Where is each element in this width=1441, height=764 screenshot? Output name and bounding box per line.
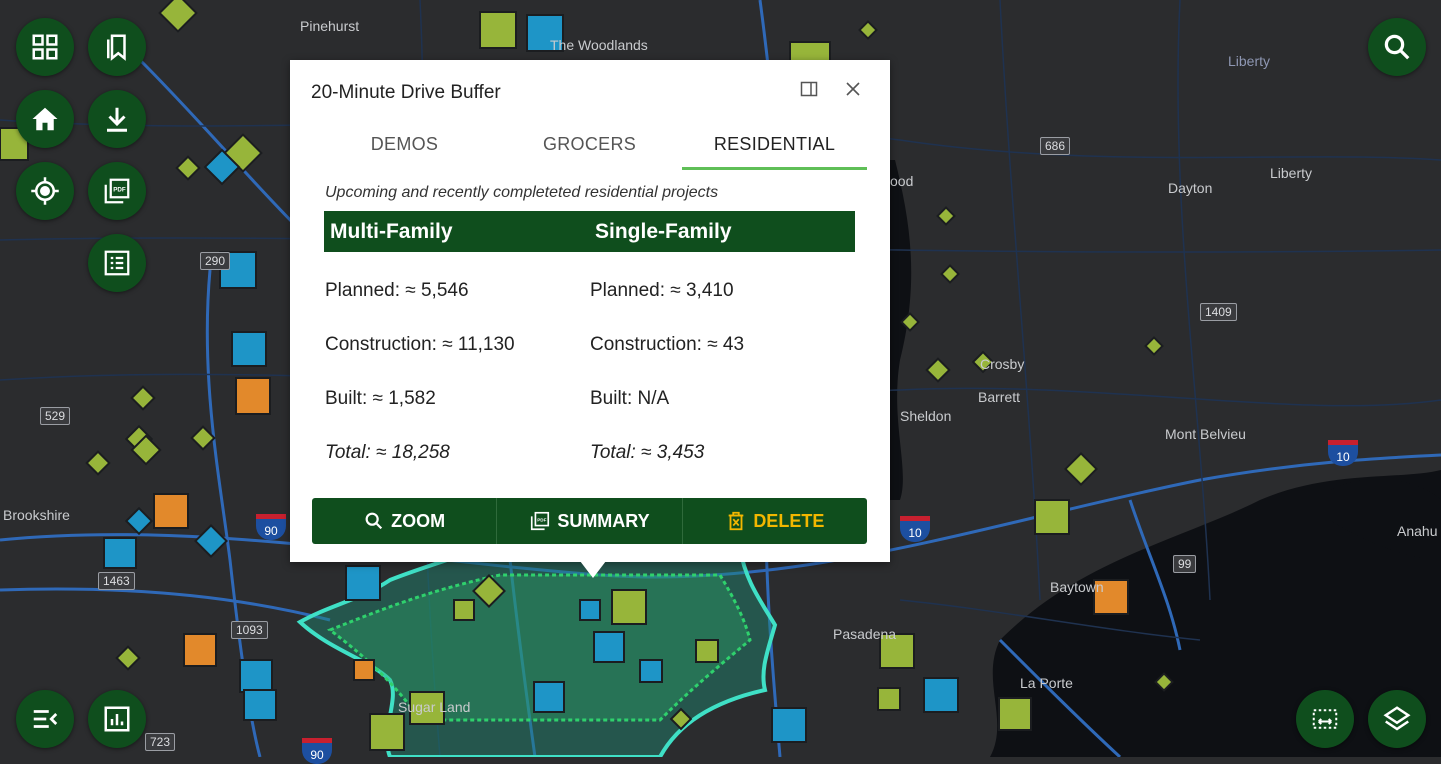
map-label-dayton: Dayton [1168,180,1213,196]
map-label-liberty: Liberty [1270,165,1313,181]
map-label-pasadena: Pasadena [833,626,897,642]
multi-total: Total: ≈ 18,258 [325,442,450,463]
map-label-pinehurst: Pinehurst [300,18,360,34]
zoom-search-icon [365,512,383,530]
popup-actions: ZOOM PDF SUMMARY DELETE [312,498,867,544]
bookmarks-icon [107,34,126,61]
layers-icon [1383,706,1411,731]
single-built: Built: N/A [590,388,670,409]
highway-shield: 290 [200,252,231,270]
chart-icon [104,706,130,732]
download-icon [107,107,127,132]
multi-planned: Planned: ≈ 5,546 [325,280,469,301]
highway-shield: 1409 [1200,303,1237,321]
tab-grocers[interactable]: GROCERS [497,126,682,170]
pdf-button[interactable]: PDF [88,162,146,220]
map-label-anahuac: Anahu [1397,523,1438,539]
home-button[interactable] [16,90,74,148]
residential-subtitle: Upcoming and recently completeted reside… [325,184,719,201]
summary-button[interactable]: PDF SUMMARY [497,498,683,544]
svg-text:PDF: PDF [538,517,547,522]
map-label-liberty-county: Liberty [1228,53,1271,69]
delete-button[interactable]: DELETE [683,498,867,544]
zoom-label: ZOOM [391,510,446,531]
tab-residential[interactable]: RESIDENTIAL [682,126,867,170]
map-label-baytown: Baytown [1050,579,1104,595]
dock-button[interactable] [798,78,820,100]
qr-grid-button[interactable] [16,18,74,76]
home-icon [32,107,58,131]
measure-button[interactable] [1296,690,1354,748]
drive-buffer-popup: 20-Minute Drive Buffer DEMOS GROCERS RES… [290,60,890,578]
highway-shield: 686 [1040,137,1071,155]
highway-shield: 1463 [98,572,135,590]
locate-icon [31,177,59,205]
tab-demos[interactable]: DEMOS [312,126,497,170]
highway-shield: 1093 [231,621,268,639]
multi-family-header: Multi-Family [330,220,453,243]
svg-text:PDF: PDF [113,187,126,194]
map-label-la-porte: La Porte [1020,675,1073,691]
locate-button[interactable] [16,162,74,220]
collapse-menu-button[interactable] [16,690,74,748]
interstate-shield: 90 [256,514,286,540]
map-label-crosby: Crosby [980,356,1025,372]
single-planned: Planned: ≈ 3,410 [590,280,734,301]
measure-icon [1312,709,1338,729]
zoom-button[interactable]: ZOOM [312,498,498,544]
single-construction: Construction: ≈ 43 [590,334,745,355]
collapse-menu-icon [33,710,58,728]
popup-title: 20-Minute Drive Buffer [311,82,501,103]
close-button[interactable] [842,78,864,100]
delete-label: DELETE [753,510,825,531]
list-button[interactable] [88,234,146,292]
map-label-brookshire: Brookshire [3,507,70,523]
map-label-mont-belvieu: Mont Belvieu [1165,426,1246,442]
map-label-the-woodlands: The Woodlands [550,37,648,53]
list-icon [104,250,130,276]
interstate-shield: 10 [900,516,930,542]
summary-label: SUMMARY [557,510,650,531]
search-icon [1384,34,1410,60]
close-icon [846,82,860,96]
multi-built: Built: ≈ 1,582 [325,388,436,409]
interstate-shield: 90 [302,738,332,764]
highway-shield: 529 [40,407,71,425]
map-label-barrett: Barrett [978,389,1021,405]
trash-icon [728,511,744,531]
residential-header-bar: Multi-Family Single-Family [324,211,855,252]
chart-button[interactable] [88,690,146,748]
multi-construction: Construction: ≈ 11,130 [325,334,515,355]
interstate-shield: 10 [1328,440,1358,466]
map-label-partial: ood [890,173,914,189]
download-button[interactable] [88,90,146,148]
single-family-header: Single-Family [595,220,732,243]
single-total: Total: ≈ 3,453 [590,442,705,463]
qr-grid-icon [32,34,58,60]
pdf-summary-icon: PDF [531,511,550,531]
map-label-sheldon: Sheldon [900,408,952,424]
pdf-icon: PDF [104,178,130,204]
popup-tabs: DEMOS GROCERS RESIDENTIAL [312,126,867,170]
highway-shield: 723 [145,733,176,751]
dock-icon [800,81,818,97]
highway-shield: 99 [1173,555,1197,573]
bookmarks-button[interactable] [88,18,146,76]
search-button[interactable] [1368,18,1426,76]
layers-button[interactable] [1368,690,1426,748]
map-label-sugar-land: Sugar Land [398,699,471,715]
